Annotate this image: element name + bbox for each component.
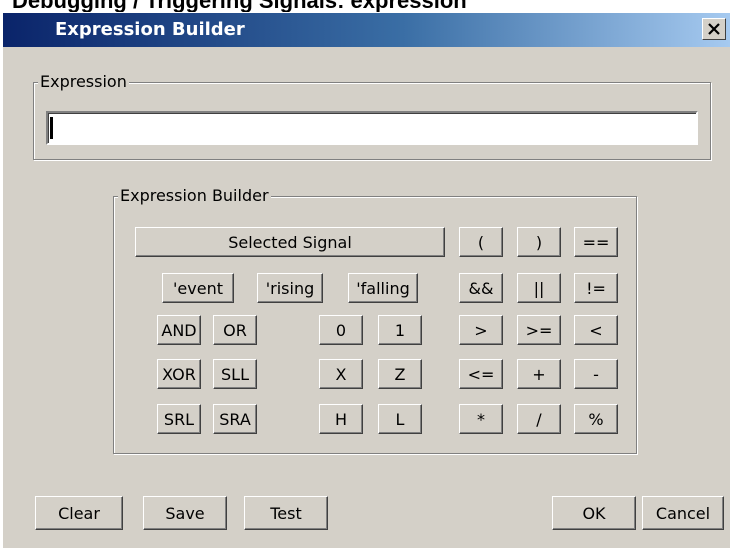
zero-button[interactable]: 0: [319, 315, 363, 345]
save-button[interactable]: Save: [143, 496, 227, 530]
clear-button[interactable]: Clear: [35, 496, 123, 530]
logical-and-button[interactable]: &&: [459, 273, 503, 303]
falling-button[interactable]: 'falling: [348, 273, 418, 303]
h-button[interactable]: H: [319, 404, 363, 434]
or-button[interactable]: OR: [213, 315, 257, 345]
rparen-button[interactable]: ): [517, 227, 561, 257]
text-caret: [50, 117, 53, 139]
expression-group: Expression: [33, 72, 711, 160]
expression-input[interactable]: [46, 111, 698, 145]
x-button[interactable]: X: [319, 359, 363, 389]
title-bar: Expression Builder: [3, 13, 730, 47]
l-button[interactable]: L: [378, 404, 422, 434]
expression-builder-group: Expression Builder Selected Signal 'even…: [113, 186, 637, 454]
expression-group-label: Expression: [38, 72, 129, 92]
close-icon: [708, 23, 720, 35]
test-button[interactable]: Test: [244, 496, 328, 530]
plus-button[interactable]: +: [517, 359, 561, 389]
sll-button[interactable]: SLL: [213, 359, 257, 389]
and-button[interactable]: AND: [157, 315, 201, 345]
window-title: Expression Builder: [55, 19, 245, 40]
expression-builder-group-label: Expression Builder: [118, 186, 271, 206]
selected-signal-button[interactable]: Selected Signal: [135, 227, 445, 257]
not-equals-button[interactable]: !=: [574, 273, 618, 303]
banner-text: Debugging / Triggering Signals: expressi…: [12, 0, 467, 12]
modulo-button[interactable]: %: [574, 404, 618, 434]
minus-button[interactable]: -: [574, 359, 618, 389]
one-button[interactable]: 1: [378, 315, 422, 345]
event-button[interactable]: 'event: [162, 273, 234, 303]
multiply-button[interactable]: *: [459, 404, 503, 434]
rising-button[interactable]: 'rising: [257, 273, 323, 303]
divide-button[interactable]: /: [517, 404, 561, 434]
expression-builder-dialog: Expression Builder Expression Expression…: [2, 12, 730, 548]
lparen-button[interactable]: (: [459, 227, 503, 257]
less-than-button[interactable]: <: [574, 315, 618, 345]
xor-button[interactable]: XOR: [157, 359, 201, 389]
logical-or-button[interactable]: ||: [517, 273, 561, 303]
less-equal-button[interactable]: <=: [459, 359, 503, 389]
srl-button[interactable]: SRL: [157, 404, 201, 434]
cancel-button[interactable]: Cancel: [642, 496, 724, 530]
z-button[interactable]: Z: [378, 359, 422, 389]
top-banner: Debugging / Triggering Signals: expressi…: [0, 0, 730, 12]
sra-button[interactable]: SRA: [213, 404, 257, 434]
greater-than-button[interactable]: >: [459, 315, 503, 345]
greater-equal-button[interactable]: >=: [517, 315, 561, 345]
close-button[interactable]: [702, 18, 726, 40]
equals-button[interactable]: ==: [574, 227, 618, 257]
ok-button[interactable]: OK: [552, 496, 636, 530]
